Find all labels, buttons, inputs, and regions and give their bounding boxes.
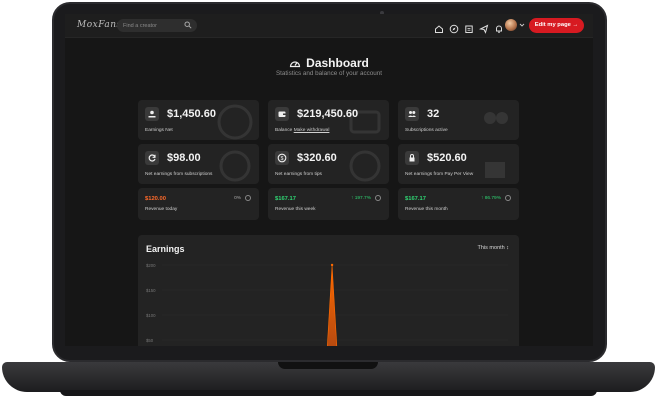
card-value: $219,450.60 <box>297 108 359 120</box>
card-icon-box <box>145 107 159 121</box>
send-icon[interactable] <box>478 21 489 34</box>
watermark-icon <box>349 150 381 182</box>
card-label: Balance Make withdrawal <box>275 128 329 133</box>
revenue-today-card: $120.00 0% Revenue today <box>138 188 259 220</box>
y-tick-label: $150 <box>146 288 156 293</box>
laptop-notch <box>278 362 378 369</box>
card-label: Net earnings from tips <box>275 172 322 177</box>
revenue-label: Revenue today <box>145 207 178 212</box>
screen: MoxFans Edit my page → Dashboard Statist… <box>65 14 593 346</box>
chevron-down-icon[interactable] <box>519 22 525 28</box>
avatar[interactable] <box>505 19 517 31</box>
card-value: $320.60 <box>297 152 337 164</box>
earnings-panel: Earnings This month ↕ $200 $150 $100 $50 <box>138 235 519 346</box>
earnings-icon <box>148 110 156 118</box>
card-icon-box <box>405 151 419 165</box>
logo[interactable]: MoxFans <box>77 20 122 30</box>
page-title: Dashboard <box>65 56 593 70</box>
subscriptions-card: 32 Subscriptions active <box>398 100 519 140</box>
revenue-percent: ↑ 86.79% <box>480 196 501 201</box>
edit-my-page-button[interactable]: Edit my page → <box>529 18 584 33</box>
card-label: Earnings Net <box>145 128 173 133</box>
home-icon[interactable] <box>434 21 444 33</box>
revenue-label: Revenue this week <box>275 207 316 212</box>
gauge-icon <box>290 61 301 68</box>
watermark-icon <box>485 162 505 178</box>
card-icon-box <box>275 107 289 121</box>
compass-icon[interactable] <box>449 21 459 34</box>
revenue-month-card: $167.17 ↑ 86.79% Revenue this month <box>398 188 519 220</box>
y-tick-label: $200 <box>146 263 156 268</box>
lock-icon <box>409 154 415 162</box>
earnings-net-card: $1,450.60 Earnings Net <box>138 100 259 140</box>
watermark-icon <box>484 112 508 124</box>
earnings-chart: $200 $150 $100 $50 <box>146 263 508 346</box>
data-point[interactable] <box>330 263 334 267</box>
revenue-amount: $167.17 <box>275 196 296 202</box>
card-value: $1,450.60 <box>167 108 216 120</box>
y-tick-label: $50 <box>146 338 154 343</box>
ppv-earnings-card: $520.60 Net earnings from Pay Per View <box>398 144 519 184</box>
svg-text:$: $ <box>281 156 284 162</box>
card-value: 32 <box>427 108 440 120</box>
card-value: $520.60 <box>427 152 467 164</box>
tips-earnings-card: $ $320.60 Net earnings from tips <box>268 144 389 184</box>
revenue-label: Revenue this month <box>405 207 448 212</box>
y-tick-label: $100 <box>146 313 156 318</box>
card-label: Net earnings from subscriptions <box>145 172 213 177</box>
balance-card: $219,450.60 Balance Make withdrawal <box>268 100 389 140</box>
bell-icon[interactable] <box>494 21 504 34</box>
info-icon[interactable] <box>245 195 251 201</box>
card-value: $98.00 <box>167 152 201 164</box>
revenue-amount: $120.00 <box>145 196 166 202</box>
users-icon <box>408 111 416 117</box>
card-label: Net earnings from Pay Per View <box>405 172 474 177</box>
subscriptions-earnings-card: $98.00 Net earnings from subscriptions <box>138 144 259 184</box>
page-subtitle: Statistics and balance of your account <box>275 70 383 77</box>
watermark-icon <box>217 104 253 140</box>
search-icon[interactable] <box>184 21 192 29</box>
make-withdrawal-link[interactable]: Make withdrawal <box>294 128 330 133</box>
info-icon[interactable] <box>375 195 381 201</box>
coin-icon: $ <box>277 153 287 163</box>
calendar-icon[interactable] <box>464 21 474 33</box>
top-navbar: MoxFans Edit my page → <box>65 14 593 38</box>
card-label: Subscriptions active <box>405 128 448 133</box>
wallet-icon <box>278 111 286 117</box>
revenue-week-card: $167.17 ↑ 197.7% Revenue this week <box>268 188 389 220</box>
revenue-percent: 0% <box>234 196 241 201</box>
revenue-amount: $167.17 <box>405 196 426 202</box>
laptop-feet <box>60 390 597 396</box>
nav-icons <box>434 20 504 34</box>
card-icon-box <box>405 107 419 121</box>
balance-label: Balance <box>275 128 293 133</box>
search-input[interactable] <box>123 20 183 31</box>
refresh-icon <box>148 154 156 162</box>
search-box[interactable] <box>117 19 197 32</box>
page-title-text: Dashboard <box>306 56 369 70</box>
info-icon[interactable] <box>505 195 511 201</box>
card-icon-box: $ <box>275 151 289 165</box>
watermark-icon <box>219 150 251 182</box>
revenue-percent: ↑ 197.7% <box>350 196 371 201</box>
card-icon-box <box>145 151 159 165</box>
earnings-area-series <box>327 264 338 346</box>
